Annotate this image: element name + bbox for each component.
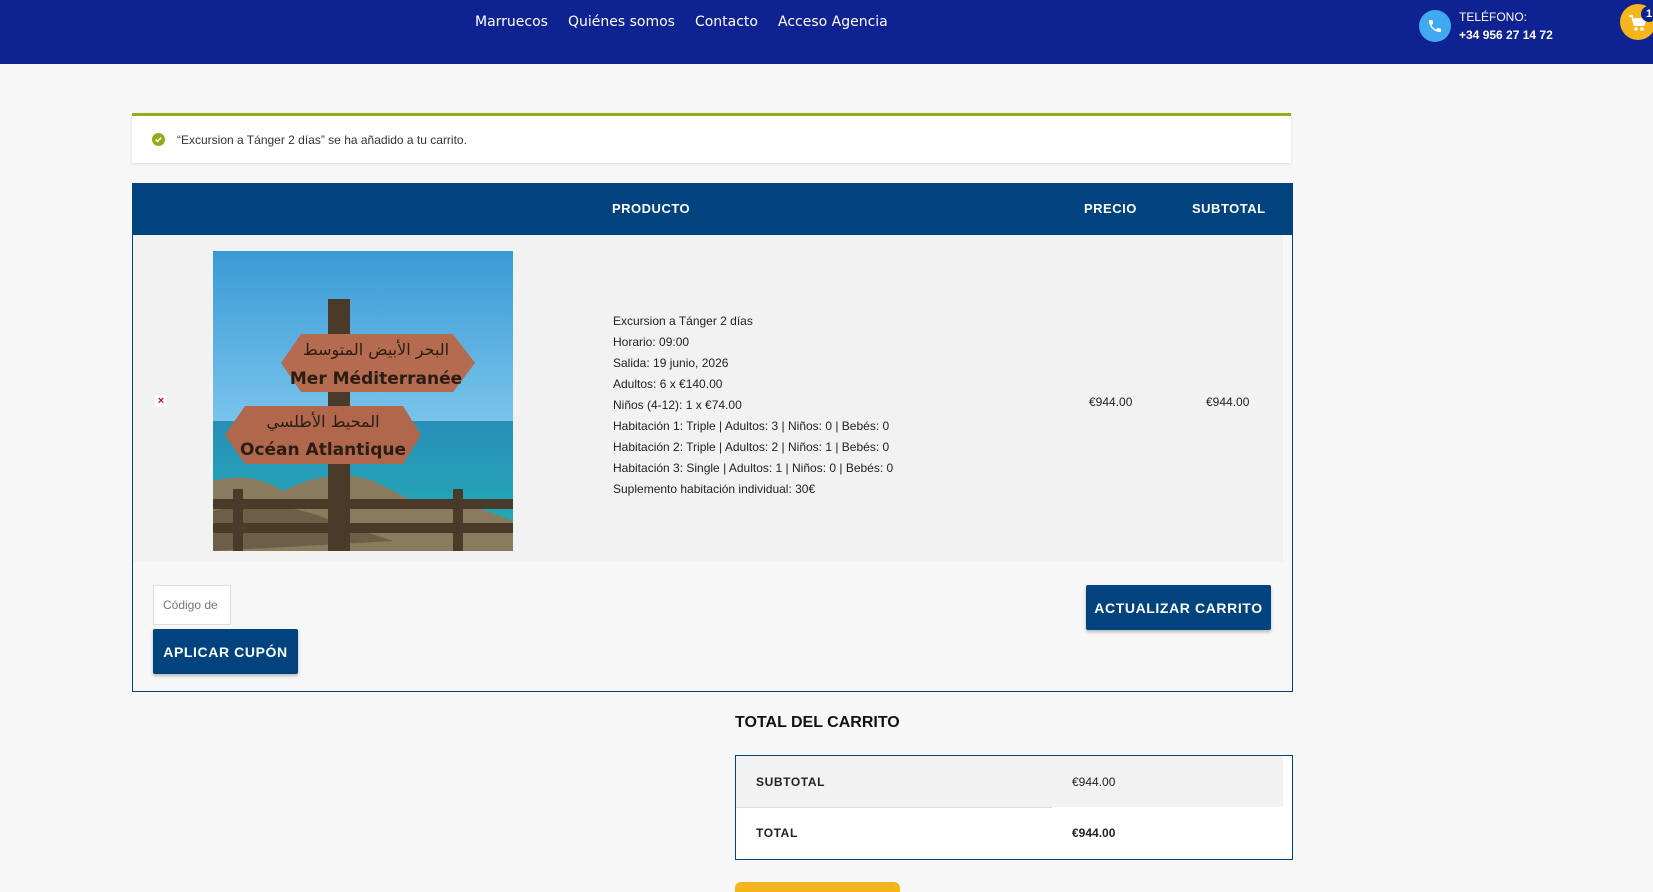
total-value: €944.00 xyxy=(1072,826,1116,840)
product-details: Excursion a Tánger 2 días Horario: 09:00… xyxy=(613,311,893,500)
sign-text-atlantic: Océan Atlantique xyxy=(240,440,406,460)
detail-habitacion-2: Habitación 2: Triple | Adultos: 2 | Niño… xyxy=(613,440,890,454)
site-header: Marruecos Quiénes somos Contacto Acceso … xyxy=(0,0,1653,64)
nav-acceso-agencia[interactable]: Acceso Agencia xyxy=(778,14,888,30)
cart-totals-table: SUBTOTAL €944.00 TOTAL €944.00 xyxy=(735,755,1293,860)
column-price: PRECIO xyxy=(1084,201,1137,216)
apply-coupon-button[interactable]: APLICAR CUPÓN xyxy=(153,629,298,674)
cart-totals-title: TOTAL DEL CARRITO xyxy=(735,714,900,731)
nav-quienes-somos[interactable]: Quiénes somos xyxy=(568,14,675,30)
column-subtotal: SUBTOTAL xyxy=(1192,201,1266,216)
subtotal-label: SUBTOTAL xyxy=(756,775,826,789)
check-circle-icon xyxy=(152,133,165,146)
nav-marruecos[interactable]: Marruecos xyxy=(475,14,548,30)
notice-message: “Excursion a Tánger 2 días” se ha añadid… xyxy=(177,132,467,147)
sign-text-atlantic-arabic: المحيط الأطلسي xyxy=(266,411,379,432)
subtotal-value: €944.00 xyxy=(1072,775,1116,789)
cart-added-notice: “Excursion a Tánger 2 días” se ha añadid… xyxy=(132,113,1291,163)
detail-horario: Horario: 09:00 xyxy=(613,335,690,349)
detail-habitacion-3: Habitación 3: Single | Adultos: 1 | Niño… xyxy=(613,461,894,475)
checkout-button[interactable] xyxy=(735,882,900,892)
cart-table: PRODUCTO PRECIO SUBTOTAL × البحر الأبيض … xyxy=(132,183,1293,692)
cart-count-badge: 1 xyxy=(1641,6,1653,22)
sign-text-mediterranean-arabic: البحر الأبيض المتوسط xyxy=(303,339,449,360)
detail-salida: Salida: 19 junio, 2026 xyxy=(613,356,729,370)
detail-habitacion-1: Habitación 1: Triple | Adultos: 3 | Niño… xyxy=(613,419,890,433)
item-price: €944.00 xyxy=(1089,395,1133,409)
cart-table-header: PRODUCTO PRECIO SUBTOTAL xyxy=(133,184,1292,235)
main-nav: Marruecos Quiénes somos Contacto Acceso … xyxy=(475,14,888,30)
sign-text-mediterranean: Mer Méditerranée xyxy=(290,369,462,389)
product-thumbnail[interactable]: البحر الأبيض المتوسط Mer Méditerranée ال… xyxy=(213,251,513,551)
product-name[interactable]: Excursion a Tánger 2 días xyxy=(613,311,893,332)
item-subtotal: €944.00 xyxy=(1206,395,1250,409)
coupon-code-input[interactable] xyxy=(153,585,231,625)
phone-label: TELÉFONO: xyxy=(1459,10,1528,24)
phone-number: +34 956 27 14 72 xyxy=(1459,28,1553,42)
phone-contact[interactable]: TELÉFONO: +34 956 27 14 72 xyxy=(1419,8,1553,44)
detail-adultos: Adultos: 6 x €140.00 xyxy=(613,377,723,391)
detail-ninos: Niños (4-12): 1 x €74.00 xyxy=(613,398,742,412)
phone-icon xyxy=(1419,10,1451,42)
remove-item-button[interactable]: × xyxy=(155,395,167,407)
nav-contacto[interactable]: Contacto xyxy=(695,14,758,30)
update-cart-button[interactable]: ACTUALIZAR CARRITO xyxy=(1086,585,1271,630)
row-divider xyxy=(736,807,1052,808)
detail-suplemento: Suplemento habitación individual: 30€ xyxy=(613,482,816,496)
total-label: TOTAL xyxy=(756,826,798,840)
column-product: PRODUCTO xyxy=(612,201,691,216)
